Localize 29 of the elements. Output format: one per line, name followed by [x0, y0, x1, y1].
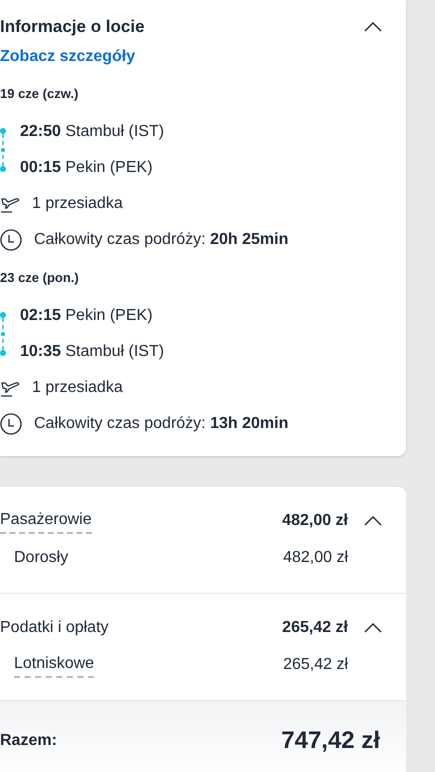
price-item-label: Lotniskowe: [14, 652, 94, 678]
total-duration: Całkowity czas podróży: 20h 25min: [34, 230, 288, 250]
price-group-label: Pasażerowie: [0, 508, 92, 534]
total-amount: 747,42 zł: [281, 726, 380, 756]
flight-stop: 02:15 Pekin (PEK): [20, 306, 153, 326]
section-title: Informacje o locie: [0, 16, 145, 38]
clock-icon: [0, 413, 22, 435]
chevron-up-icon[interactable]: [364, 623, 382, 633]
details-link[interactable]: Zobacz szczegóły: [0, 45, 136, 69]
price-group-label: Podatki i opłaty: [0, 618, 109, 638]
clock-icon: [0, 229, 22, 251]
flight-stop: 22:50 Stambuł (IST): [20, 122, 164, 142]
price-item-label: Dorosły: [14, 548, 68, 568]
transfers-text: 1 przesiadka: [32, 194, 123, 214]
total-duration: Całkowity czas podróży: 13h 20min: [34, 414, 288, 434]
timeline-drawing: [0, 312, 8, 356]
price-item-amount: 265,42 zł: [283, 655, 348, 675]
flight-stop: 00:15 Pekin (PEK): [20, 158, 153, 178]
price-item-amount: 482,00 zł: [283, 548, 348, 568]
timeline-drawing: [0, 128, 8, 172]
flight-stop: 10:35 Stambuł (IST): [20, 342, 164, 362]
price-group-amount: 482,00 zł: [282, 511, 348, 531]
transfers-text: 1 przesiadka: [32, 378, 123, 398]
chevron-up-icon[interactable]: [364, 22, 382, 32]
segment-date: 23 cze (pon.): [0, 269, 79, 288]
segment-date: 19 cze (czw.): [0, 85, 78, 104]
price-group-amount: 265,42 zł: [282, 618, 348, 638]
chevron-up-icon[interactable]: [364, 516, 382, 526]
total-label: Razem:: [0, 731, 57, 751]
